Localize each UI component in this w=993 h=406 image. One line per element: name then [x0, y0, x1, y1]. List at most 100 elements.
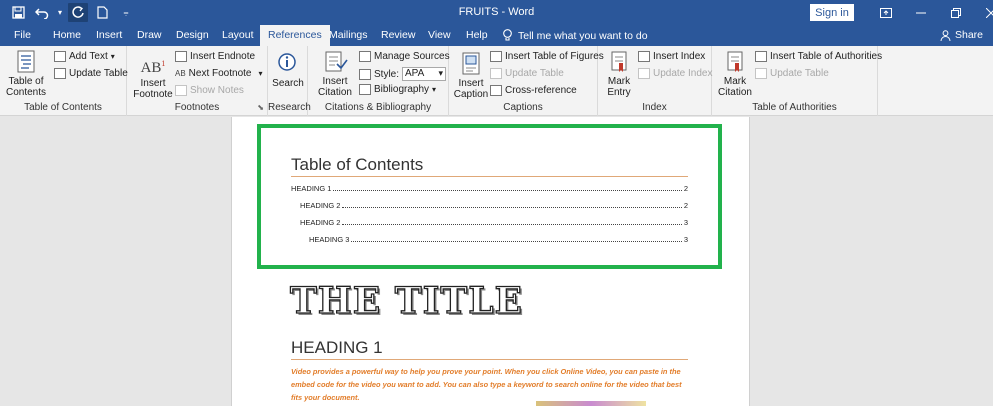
toc-leader-dots: [333, 190, 682, 191]
group-table-of-authorities: Mark Citation Insert Table of Authoritie…: [712, 46, 882, 116]
group-label: Citations & Bibliography: [324, 102, 432, 113]
chevron-down-icon: ▾: [258, 69, 263, 78]
style-selector: Style: APA: [359, 67, 447, 81]
tell-me-label: Tell me what you want to do: [518, 29, 648, 42]
toc-entry[interactable]: HEADING 3 3: [309, 233, 688, 244]
body-paragraph[interactable]: Video provides a powerful way to help yo…: [291, 366, 691, 404]
lightbulb-icon: [503, 29, 512, 41]
insert-caption-icon: [462, 52, 480, 75]
style-dropdown[interactable]: APA: [402, 67, 447, 81]
update-table-icon: [755, 68, 767, 79]
ribbon: Table of Contents Add Text ▾ Update Table…: [0, 46, 993, 116]
restore-icon[interactable]: [938, 3, 973, 22]
update-table-label: Update Table: [505, 68, 564, 79]
inline-image[interactable]: [536, 401, 646, 406]
tab-design[interactable]: Design: [176, 29, 209, 41]
toc-entry[interactable]: HEADING 1 2: [291, 182, 688, 193]
toc-leader-dots: [351, 241, 682, 242]
ribbon-display-options-icon[interactable]: [868, 3, 903, 22]
insert-index-label: Insert Index: [653, 51, 706, 62]
tab-help[interactable]: Help: [466, 29, 488, 41]
sign-in-button[interactable]: Sign in: [810, 4, 854, 21]
insert-citation-button[interactable]: Insert Citation: [314, 50, 356, 98]
title-bar: ▾ ⩦ FRUITS - Word Sign in: [0, 0, 993, 25]
tab-draw[interactable]: Draw: [137, 29, 162, 41]
close-icon[interactable]: [973, 3, 993, 22]
insert-index-button[interactable]: Insert Index: [638, 51, 705, 62]
heading-1[interactable]: HEADING 1: [291, 338, 383, 358]
show-notes-button[interactable]: Show Notes: [175, 85, 244, 96]
show-notes-icon: [175, 85, 187, 96]
update-index-icon: [638, 68, 650, 79]
manage-sources-icon: [359, 51, 371, 62]
update-table-figures-button[interactable]: Update Table: [490, 68, 564, 79]
toc-entry-page: 3: [683, 218, 688, 227]
insert-footnote-button[interactable]: AB1 Insert Footnote: [133, 52, 173, 100]
mark-citation-icon: [727, 51, 743, 72]
heading-1-rule: [291, 359, 688, 360]
toc-title[interactable]: Table of Contents: [291, 155, 423, 175]
minimize-icon[interactable]: [903, 3, 938, 22]
table-of-contents-icon: [17, 50, 35, 73]
bibliography-button[interactable]: Bibliography ▾: [359, 84, 436, 95]
tell-me-search[interactable]: Tell me what you want to do: [503, 29, 648, 42]
update-table-icon: [54, 68, 66, 79]
manage-sources-button[interactable]: Manage Sources: [359, 51, 450, 62]
search-icon: [278, 53, 296, 71]
mark-citation-button[interactable]: Mark Citation: [716, 50, 754, 98]
insert-table-of-authorities-button[interactable]: Insert Table of Authorities: [755, 51, 882, 62]
insert-endnote-label: Insert Endnote: [190, 51, 256, 62]
mark-entry-button[interactable]: Mark Entry: [604, 50, 634, 98]
update-table-label: Update Table: [770, 68, 829, 79]
group-index: Mark Entry Insert Index Update Index Ind…: [598, 46, 713, 116]
show-notes-label: Show Notes: [190, 85, 244, 96]
add-text-button[interactable]: Add Text ▾: [54, 51, 115, 62]
table-of-figures-icon: [490, 51, 502, 62]
insert-caption-label: Insert Caption: [453, 78, 489, 100]
group-label: Research: [268, 102, 311, 113]
table-of-contents-label: Table of Contents: [5, 76, 47, 98]
update-table-authorities-button[interactable]: Update Table: [755, 68, 829, 79]
insert-table-of-figures-label: Insert Table of Figures: [505, 51, 604, 62]
cross-reference-button[interactable]: Cross-reference: [490, 85, 577, 96]
insert-caption-button[interactable]: Insert Caption: [454, 52, 488, 100]
share-button[interactable]: Share: [940, 29, 983, 41]
search-button[interactable]: Search: [271, 52, 305, 89]
toc-entry-page: 2: [683, 201, 688, 210]
next-footnote-icon: AB: [175, 69, 186, 78]
cross-reference-label: Cross-reference: [505, 85, 577, 96]
group-citations-bibliography: Insert Citation Manage Sources Style: AP…: [308, 46, 450, 116]
document-title-text[interactable]: THE TITLE: [289, 279, 523, 322]
tab-home[interactable]: Home: [53, 29, 81, 41]
next-footnote-label: Next Footnote: [188, 68, 252, 79]
add-text-label: Add Text: [69, 51, 108, 62]
search-label: Search: [272, 78, 304, 89]
toc-entry[interactable]: HEADING 2 3: [300, 216, 688, 227]
tab-mailings[interactable]: Mailings: [329, 29, 368, 41]
tab-review[interactable]: Review: [381, 29, 415, 41]
ribbon-tabs: File Home Insert Draw Design Layout Refe…: [0, 25, 993, 46]
update-index-button[interactable]: Update Index: [638, 68, 713, 79]
toc-entry[interactable]: HEADING 2 2: [300, 199, 688, 210]
tab-file[interactable]: File: [14, 29, 31, 41]
tab-view[interactable]: View: [428, 29, 451, 41]
next-footnote-button[interactable]: AB Next Footnote ▾: [175, 68, 263, 79]
share-label: Share: [955, 29, 984, 41]
dialog-launcher-icon[interactable]: ⬊: [257, 103, 264, 112]
insert-table-of-figures-button[interactable]: Insert Table of Figures: [490, 51, 604, 62]
tab-references[interactable]: References: [260, 25, 330, 46]
chevron-down-icon: ▾: [110, 52, 115, 61]
group-label: Footnotes: [174, 102, 220, 113]
tab-layout[interactable]: Layout: [222, 29, 254, 41]
update-index-label: Update Index: [653, 68, 713, 79]
insert-footnote-label: Insert Footnote: [133, 78, 173, 100]
table-of-contents-button[interactable]: Table of Contents: [6, 50, 46, 98]
update-table-button[interactable]: Update Table: [54, 68, 128, 79]
insert-endnote-button[interactable]: Insert Endnote: [175, 51, 255, 62]
tab-insert[interactable]: Insert: [96, 29, 122, 41]
toc-leader-dots: [342, 207, 682, 208]
toc-highlight-box: [257, 124, 722, 269]
group-footnotes: AB1 Insert Footnote Insert Endnote AB Ne…: [127, 46, 268, 116]
toc-entry-label: HEADING 2: [300, 201, 341, 210]
toc-title-rule: [291, 176, 688, 177]
